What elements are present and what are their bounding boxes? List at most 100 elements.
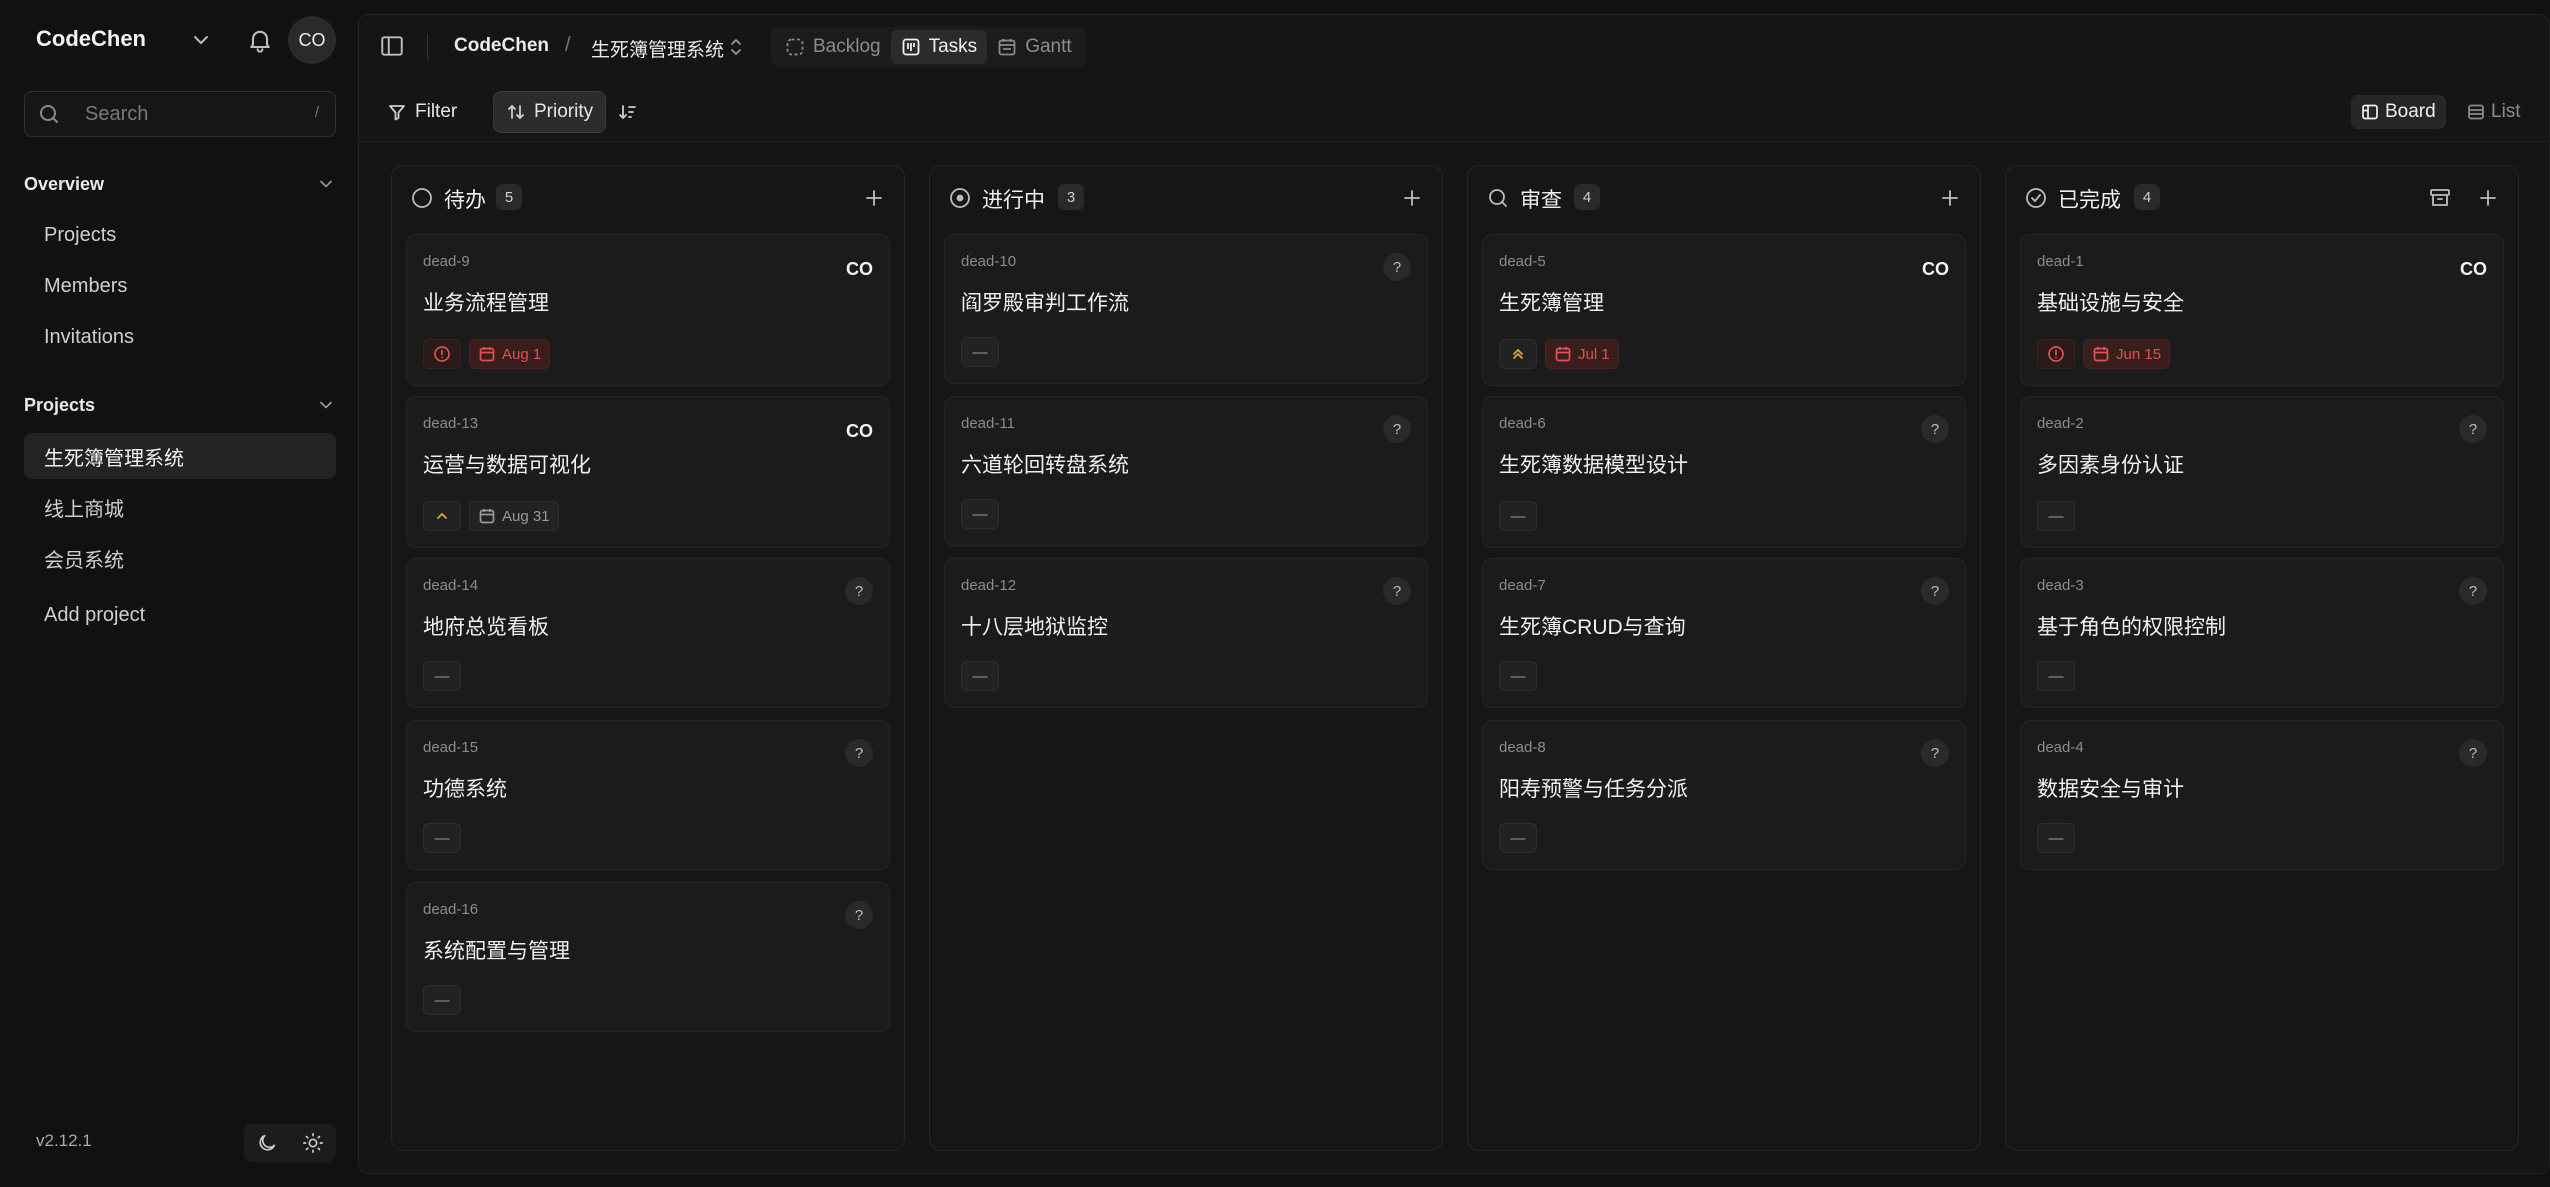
chevron-up-icon (433, 507, 451, 525)
due-date: Aug 31 (502, 507, 550, 525)
search-input[interactable]: Search / (24, 91, 336, 137)
projects-section-toggle[interactable]: Projects (24, 389, 336, 421)
due-date-chip[interactable]: Jun 15 (2083, 339, 2171, 369)
task-card[interactable]: dead-16 系统配置与管理 ? — (406, 882, 890, 1032)
add-card-icon[interactable] (2476, 186, 2500, 210)
unassigned-avatar[interactable]: ? (1921, 577, 1949, 605)
assignee-avatar[interactable]: CO (2460, 259, 2487, 280)
unassigned-avatar[interactable]: ? (1383, 253, 1411, 281)
no-priority-chip[interactable]: — (2037, 661, 2075, 691)
column-count: 4 (1574, 184, 1600, 210)
assignee-avatar[interactable]: CO (846, 259, 873, 280)
no-priority-chip[interactable]: — (1499, 823, 1537, 853)
unassigned-avatar[interactable]: ? (2459, 739, 2487, 767)
card-meta: — (1499, 823, 1537, 853)
add-card-icon[interactable] (862, 186, 886, 210)
unassigned-avatar[interactable]: ? (845, 577, 873, 605)
no-priority-chip[interactable]: — (961, 499, 999, 529)
unassigned-avatar[interactable]: ? (1921, 415, 1949, 443)
chevron-updown-icon[interactable] (727, 37, 745, 57)
sidebar-item-invitations[interactable]: Invitations (24, 314, 336, 360)
tab-backlog[interactable]: Backlog (775, 30, 891, 64)
tab-gantt[interactable]: Gantt (987, 30, 1081, 64)
sidebar-project-active[interactable]: 生死簿管理系统 (24, 433, 336, 479)
add-card-icon[interactable] (1400, 186, 1424, 210)
user-avatar[interactable]: CO (288, 16, 336, 64)
search-icon (37, 102, 61, 126)
assignee-avatar[interactable]: CO (846, 421, 873, 442)
sidebar-item-members[interactable]: Members (24, 263, 336, 309)
no-priority-chip[interactable]: — (423, 661, 461, 691)
chevron-down-icon (316, 174, 336, 194)
priority-sort-button[interactable]: Priority (493, 91, 607, 133)
unassigned-avatar[interactable]: ? (2459, 577, 2487, 605)
sun-icon[interactable] (302, 1132, 324, 1154)
urgent-priority-chip[interactable] (423, 339, 461, 369)
sort-direction-icon[interactable] (617, 101, 639, 123)
tab-tasks[interactable]: Tasks (890, 30, 988, 64)
moon-icon[interactable] (256, 1132, 278, 1154)
task-card[interactable]: dead-10 阎罗殿审判工作流 ? — (944, 234, 1428, 384)
workspace-switcher[interactable]: CodeChen CO (24, 14, 336, 64)
unassigned-avatar[interactable]: ? (1921, 739, 1949, 767)
task-card[interactable]: dead-3 基于角色的权限控制 ? — (2020, 558, 2504, 708)
archive-icon[interactable] (2428, 186, 2452, 210)
task-card[interactable]: dead-8 阳寿预警与任务分派 ? — (1482, 720, 1966, 870)
task-title: 运营与数据可视化 (423, 454, 591, 477)
sidebar-project[interactable]: 线上商城 (24, 484, 336, 530)
assignee-avatar[interactable]: CO (1922, 259, 1949, 280)
no-priority-chip[interactable]: — (1499, 661, 1537, 691)
add-card-icon[interactable] (1938, 186, 1962, 210)
dashed-circle-icon (785, 37, 805, 57)
filter-icon (387, 102, 407, 122)
task-card[interactable]: dead-2 多因素身份认证 ? — (2020, 396, 2504, 548)
due-date-chip[interactable]: Jul 1 (1545, 339, 1619, 369)
task-card[interactable]: dead-6 生死簿数据模型设计 ? — (1482, 396, 1966, 548)
breadcrumb-project[interactable]: 生死簿管理系统 (591, 35, 724, 62)
no-priority-chip[interactable]: — (2037, 501, 2075, 531)
task-card[interactable]: dead-4 数据安全与审计 ? — (2020, 720, 2504, 870)
overview-section-toggle[interactable]: Overview (24, 168, 336, 200)
unassigned-avatar[interactable]: ? (845, 901, 873, 929)
task-card[interactable]: dead-1 基础设施与安全 CO Jun 15 (2020, 234, 2504, 386)
task-card[interactable]: dead-11 六道轮回转盘系统 ? — (944, 396, 1428, 546)
sidebar-toggle-icon[interactable] (379, 33, 405, 59)
no-priority-chip[interactable]: — (961, 337, 999, 367)
filter-button[interactable]: Filter (375, 91, 469, 133)
task-card[interactable]: dead-9 业务流程管理 CO Aug 1 (406, 234, 890, 386)
unassigned-avatar[interactable]: ? (1383, 415, 1411, 443)
unassigned-avatar[interactable]: ? (1383, 577, 1411, 605)
breadcrumb-workspace[interactable]: CodeChen (454, 35, 549, 57)
task-id: dead-15 (423, 739, 479, 756)
task-card[interactable]: dead-15 功德系统 ? — (406, 720, 890, 870)
task-card[interactable]: dead-14 地府总览看板 ? — (406, 558, 890, 708)
due-date: Jun 15 (2116, 345, 2162, 363)
list-view-button[interactable]: List (2457, 95, 2531, 129)
no-priority-chip[interactable]: — (423, 823, 461, 853)
no-priority-chip[interactable]: — (961, 661, 999, 691)
card-meta: — (2037, 661, 2075, 691)
no-priority-chip[interactable]: — (423, 985, 461, 1015)
no-priority-chip[interactable]: — (1499, 501, 1537, 531)
app-version: v2.12.1 (36, 1131, 92, 1150)
due-date-chip[interactable]: Aug 31 (469, 501, 559, 531)
sidebar-project[interactable]: 会员系统 (24, 535, 336, 581)
task-card[interactable]: dead-13 运营与数据可视化 CO Aug 31 (406, 396, 890, 548)
unassigned-avatar[interactable]: ? (2459, 415, 2487, 443)
no-priority-chip[interactable]: — (2037, 823, 2075, 853)
board-view-button[interactable]: Board (2351, 95, 2446, 129)
task-card[interactable]: dead-5 生死簿管理 CO Jul 1 (1482, 234, 1966, 386)
task-title: 地府总览看板 (423, 616, 549, 639)
urgent-priority-chip[interactable] (2037, 339, 2075, 369)
calendar-icon (478, 345, 496, 363)
add-project-button[interactable]: Add project (24, 592, 336, 638)
card-meta: — (423, 661, 461, 691)
due-date-chip[interactable]: Aug 1 (469, 339, 551, 369)
task-card[interactable]: dead-12 十八层地狱监控 ? — (944, 558, 1428, 708)
bell-icon[interactable] (246, 26, 274, 54)
unassigned-avatar[interactable]: ? (845, 739, 873, 767)
task-card[interactable]: dead-7 生死簿CRUD与查询 ? — (1482, 558, 1966, 708)
sidebar-item-projects[interactable]: Projects (24, 212, 336, 258)
high-priority-chip[interactable] (1499, 339, 1537, 369)
medium-priority-chip[interactable] (423, 501, 461, 531)
